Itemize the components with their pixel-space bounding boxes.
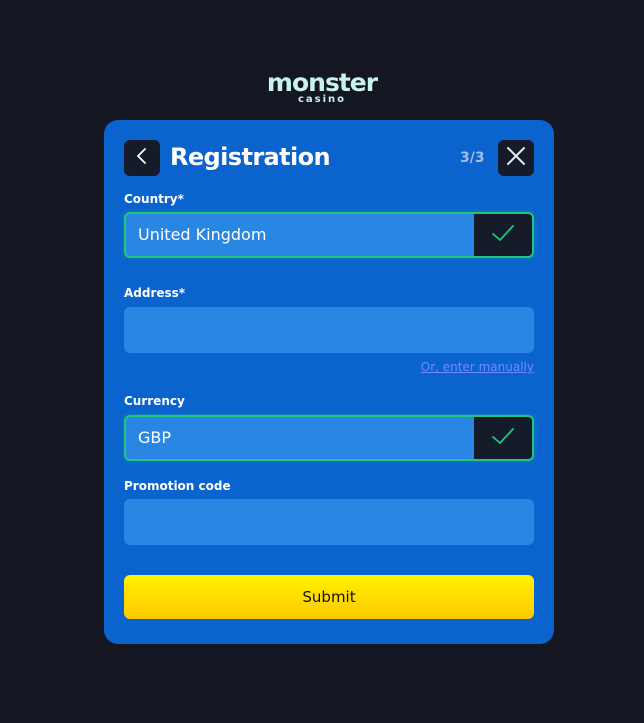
modal-title: Registration (170, 143, 331, 171)
promo-field[interactable] (124, 499, 534, 545)
logo-wordmark: monster (266, 68, 378, 97)
back-button[interactable] (124, 140, 160, 176)
country-select[interactable]: United Kingdom (124, 212, 534, 258)
chevron-left-icon (135, 147, 149, 169)
promo-input[interactable] (124, 499, 534, 545)
address-field[interactable] (124, 307, 534, 353)
address-label: Address* (124, 286, 186, 300)
currency-valid-indicator (474, 417, 532, 459)
brand-logo: monster casino (0, 68, 644, 105)
currency-value: GBP (138, 428, 172, 447)
close-icon (506, 146, 526, 170)
logo-subtitle: casino (297, 94, 347, 105)
country-value: United Kingdom (138, 225, 267, 244)
step-indicator: 3/3 (460, 150, 485, 166)
enter-manually-link[interactable]: Or, enter manually (421, 360, 534, 374)
check-icon (491, 224, 515, 246)
address-input[interactable] (124, 307, 534, 353)
close-button[interactable] (498, 140, 534, 176)
check-icon (491, 427, 515, 449)
promo-label: Promotion code (124, 479, 231, 493)
country-label: Country* (124, 192, 184, 206)
submit-button[interactable]: Submit (124, 575, 534, 619)
registration-modal: Registration 3/3 Country* United Kingdom… (104, 120, 554, 644)
country-valid-indicator (474, 214, 532, 256)
currency-select[interactable]: GBP (124, 415, 534, 461)
currency-label: Currency (124, 394, 185, 408)
